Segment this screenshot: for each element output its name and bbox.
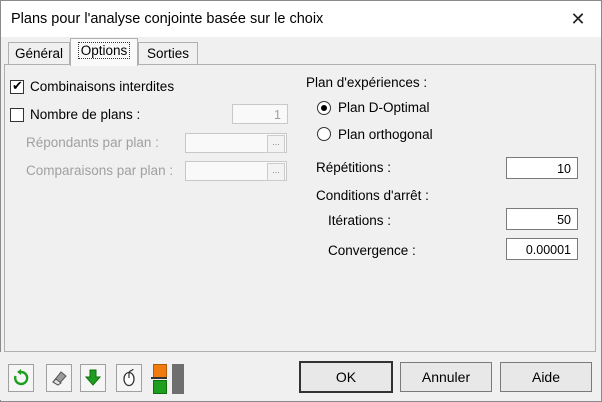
dropdown-button-icon[interactable]: ... [267,135,285,153]
color-swatch-icon[interactable] [151,364,167,394]
orthogonal-radio[interactable] [317,127,331,141]
window-title: Plans pour l'analyse conjointe basée sur… [11,11,324,27]
num-plans-field[interactable]: 1 [232,104,288,124]
eraser-icon [52,371,67,386]
download-arrow-icon [84,369,102,386]
check-mark-icon: ✔ [12,78,23,93]
tab-sorties[interactable]: Sorties [138,42,198,65]
comparisons-dropdown[interactable]: ... [185,161,287,181]
tab-options[interactable]: Options [70,38,138,66]
erase-button[interactable] [46,364,72,392]
repetitions-field[interactable]: 10 [506,157,578,179]
stop-conditions-heading: Conditions d'arrêt : [316,188,429,203]
load-button[interactable] [80,364,106,392]
dropdown-button-icon[interactable]: ... [267,163,285,181]
tab-sorties-label: Sorties [146,46,190,61]
tab-options-label: Options [77,42,131,59]
reset-icon [13,369,29,386]
num-plans-checkbox[interactable] [10,108,24,122]
forbidden-combinations-label: Combinaisons interdites [30,79,175,94]
iterations-label: Itérations : [328,213,392,228]
tab-general-label: Général [14,46,64,61]
forbidden-combinations-checkbox[interactable]: ✔ [10,78,24,94]
toolbar-divider [172,364,184,394]
num-plans-label: Nombre de plans : [30,107,141,122]
convergence-field[interactable]: 0.00001 [506,238,578,260]
ok-button[interactable]: OK [299,361,393,393]
repetitions-label: Répétitions : [316,160,392,175]
reset-button[interactable] [8,364,34,392]
design-heading: Plan d'expériences : [306,75,428,90]
comparisons-label: Comparaisons par plan : [26,163,174,178]
select-cells-button[interactable] [116,364,142,392]
title-bar: Plans pour l'analyse conjointe basée sur… [1,1,601,37]
convergence-label: Convergence : [328,243,416,258]
help-button[interactable]: Aide [500,362,592,392]
iterations-field[interactable]: 50 [506,208,578,230]
respondents-dropdown[interactable]: ... [185,133,287,153]
mouse-icon [123,369,135,387]
tab-general[interactable]: Général [8,42,70,65]
d-optimal-label: Plan D-Optimal [338,100,430,115]
radio-selected-icon [321,105,327,111]
d-optimal-radio[interactable] [317,101,331,115]
orthogonal-label: Plan orthogonal [338,127,433,142]
respondents-label: Répondants par plan : [26,135,159,150]
cancel-button[interactable]: Annuler [400,362,492,392]
close-icon[interactable]: ✕ [555,1,601,37]
